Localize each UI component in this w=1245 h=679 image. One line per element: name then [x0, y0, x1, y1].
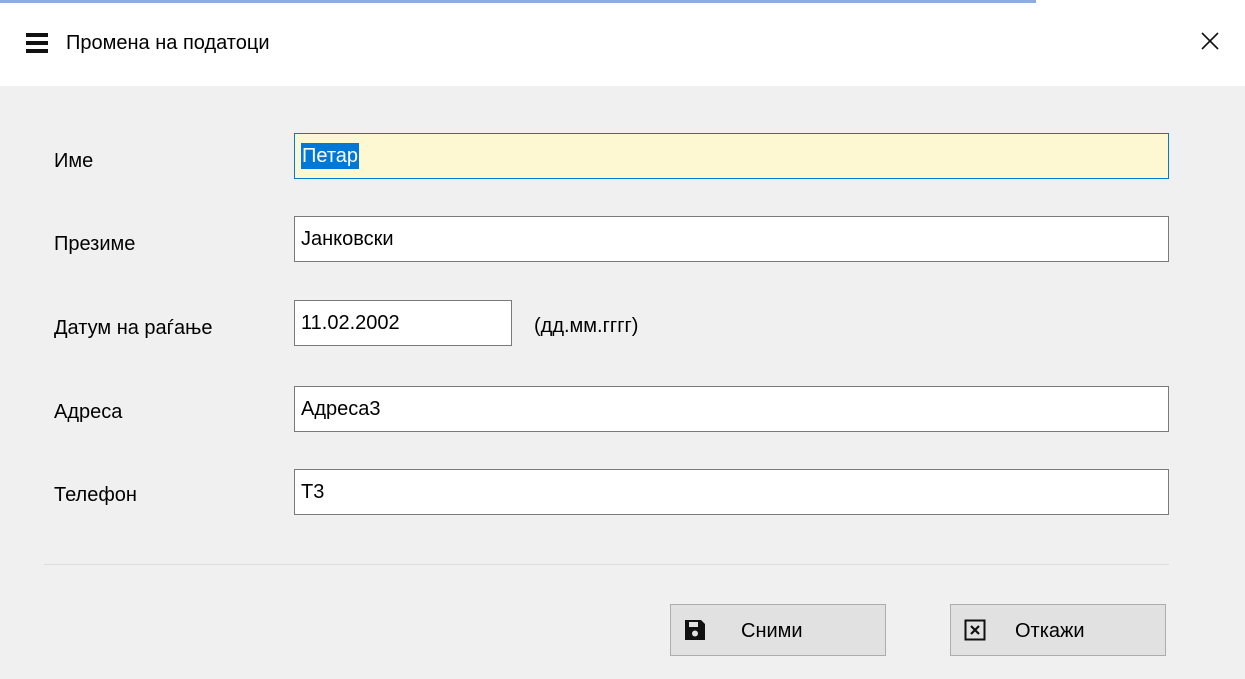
- edit-data-dialog: Промена на податоци Име Петар Презиме Ја…: [0, 0, 1245, 679]
- floppy-disk-icon: [685, 620, 705, 640]
- address-label: Адреса: [54, 401, 123, 423]
- address-field[interactable]: Адреса3: [294, 386, 1169, 432]
- separator: [44, 564, 1169, 565]
- last-name-value: Јанковски: [301, 228, 394, 250]
- first-name-value: Петар: [301, 143, 360, 169]
- close-box-icon: [964, 619, 986, 641]
- background-window-edge: [0, 0, 1036, 3]
- cancel-button-label: Откажи: [1015, 620, 1085, 642]
- last-name-label: Презиме: [54, 233, 136, 255]
- phone-value: Т3: [301, 481, 325, 503]
- address-value: Адреса3: [301, 398, 381, 420]
- menu-icon: [26, 33, 48, 53]
- phone-label: Телефон: [54, 484, 137, 506]
- dialog-title: Промена на податоци: [66, 32, 270, 54]
- first-name-label: Име: [54, 150, 94, 172]
- first-name-field[interactable]: Петар: [294, 133, 1169, 179]
- last-name-field[interactable]: Јанковски: [294, 216, 1169, 262]
- cancel-button[interactable]: Откажи: [950, 604, 1166, 656]
- date-format-hint: (дд.мм.гггг): [534, 315, 639, 337]
- close-icon: [1201, 32, 1219, 50]
- title-bar: Промена на податоци: [0, 0, 1245, 86]
- save-button-label: Сними: [741, 620, 803, 642]
- birth-date-value: 11.02.2002: [301, 312, 400, 334]
- birth-date-label: Датум на раѓање: [54, 317, 213, 339]
- birth-date-field[interactable]: 11.02.2002: [294, 300, 512, 346]
- close-button[interactable]: [1185, 18, 1235, 64]
- save-button[interactable]: Сними: [670, 604, 886, 656]
- phone-field[interactable]: Т3: [294, 469, 1169, 515]
